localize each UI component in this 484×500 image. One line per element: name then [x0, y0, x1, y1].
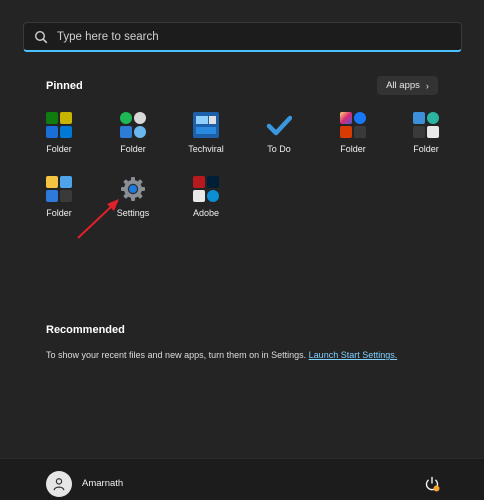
pinned-title: Pinned [46, 80, 83, 92]
folder-icon [413, 112, 439, 138]
pinned-todo[interactable]: To Do [249, 112, 309, 164]
pinned-label: Folder [46, 208, 72, 218]
annotation-arrow [77, 199, 119, 239]
recommended-text: To show your recent files and new apps, … [46, 350, 307, 360]
recommended-title: Recommended [46, 324, 125, 336]
pinned-folder-4[interactable]: Folder [396, 112, 456, 164]
pinned-label: Folder [46, 144, 72, 154]
recommended-message: To show your recent files and new apps, … [46, 350, 397, 360]
folder-icon [46, 176, 72, 202]
pinned-folder-1[interactable]: Folder [29, 112, 89, 164]
search-icon [34, 30, 48, 43]
search-box[interactable] [23, 22, 462, 52]
todo-check-icon [266, 112, 293, 138]
pinned-label: Folder [340, 144, 366, 154]
pinned-label: Folder [413, 144, 439, 154]
launch-start-settings-link[interactable]: Launch Start Settings. [309, 350, 398, 360]
all-apps-button[interactable]: All apps › [377, 76, 438, 95]
chevron-right-icon: › [425, 80, 429, 91]
pinned-label: To Do [267, 144, 291, 154]
pinned-folder-3[interactable]: Folder [323, 112, 383, 164]
pinned-label: Techviral [188, 144, 224, 154]
user-name[interactable]: Amarnath [82, 478, 123, 489]
adobe-grid-icon [193, 176, 219, 202]
pinned-folder-2[interactable]: Folder [103, 112, 163, 164]
search-input[interactable] [57, 30, 437, 43]
all-apps-label: All apps [386, 80, 420, 91]
user-footer: Amarnath [0, 458, 484, 500]
folder-icon [340, 112, 366, 138]
pinned-techviral[interactable]: Techviral [176, 112, 236, 164]
avatar[interactable] [46, 471, 72, 497]
start-menu: Pinned All apps › Folder Folder Techvira… [0, 0, 484, 500]
user-icon [53, 478, 65, 491]
pinned-label: Folder [120, 144, 146, 154]
folder-icon [46, 112, 72, 138]
pinned-adobe[interactable]: Adobe [176, 176, 236, 228]
techviral-icon [193, 112, 219, 138]
pinned-label: Adobe [192, 208, 220, 218]
folder-icon [120, 112, 146, 138]
power-icon[interactable] [424, 476, 440, 492]
